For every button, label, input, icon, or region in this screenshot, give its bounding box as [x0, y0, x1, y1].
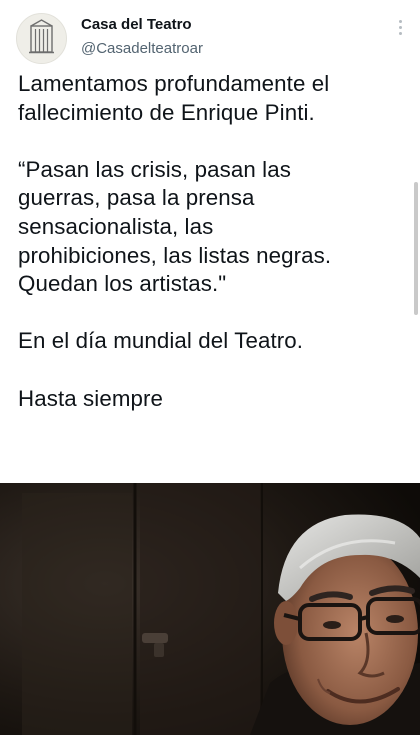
portrait-photo — [0, 483, 420, 735]
tweet-text: Lamentamos profundamente el fallecimient… — [18, 70, 408, 413]
avatar[interactable] — [16, 13, 67, 64]
theatre-building-logo-icon — [29, 19, 54, 54]
tweet-quote-line: sensacionalista, las — [18, 213, 214, 239]
more-options-icon[interactable] — [392, 20, 408, 44]
account-handle[interactable]: @Casadelteatroar — [81, 40, 203, 57]
tweet-paragraph: En el día mundial del Teatro. — [18, 328, 304, 354]
tweet-quote-line: Quedan los artistas." — [18, 271, 227, 297]
tweet-paragraph: Lamentamos profundamente el fallecimient… — [18, 71, 330, 125]
account-name[interactable]: Casa del Teatro — [81, 16, 192, 33]
tweet-quote-line: guerras, pasa la prensa — [18, 185, 255, 211]
tweet-paragraph: Hasta siempre — [18, 385, 164, 411]
dot — [398, 26, 402, 29]
tweet-photo[interactable] — [0, 483, 420, 735]
tweet-quote-line: prohibiciones, las listas negras. — [18, 242, 332, 268]
dot — [398, 32, 402, 35]
tweet-header: Casa del Teatro @Casadelteatroar — [0, 0, 420, 70]
dot — [398, 20, 402, 23]
scrollbar[interactable] — [414, 182, 418, 315]
tweet-quote-line: “Pasan las crisis, pasan las — [18, 156, 291, 182]
